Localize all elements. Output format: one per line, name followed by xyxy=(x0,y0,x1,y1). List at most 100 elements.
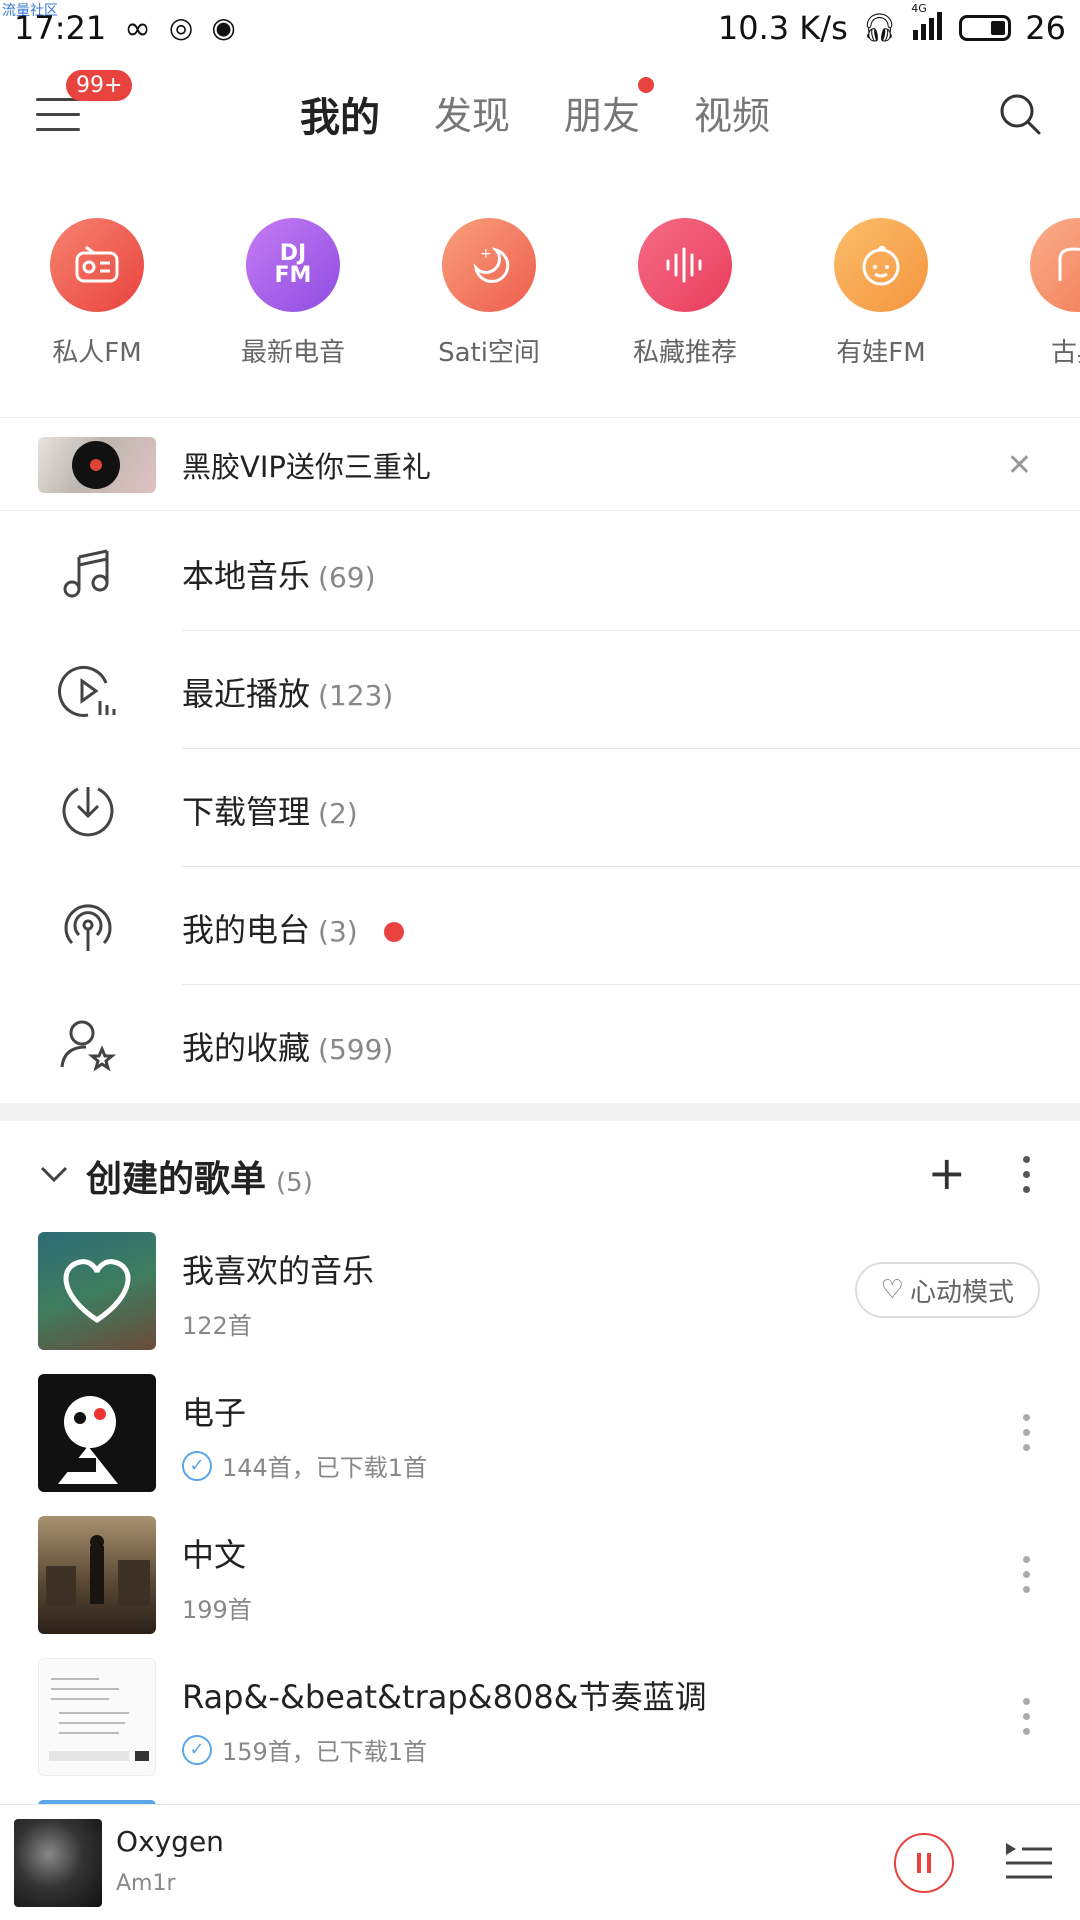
playlist-cover xyxy=(38,1374,156,1492)
now-playing-artist: Am1r xyxy=(116,1871,176,1896)
playlist-item-rap[interactable]: Rap&-&beat&trap&808&节奏蓝调 ✓ 159首，已下载1首 xyxy=(0,1658,1080,1782)
app-icon: ◉ xyxy=(211,11,236,44)
network-type: 4G xyxy=(911,1,927,15)
quick-label: 私藏推荐 xyxy=(632,338,737,368)
heart-icon: ♡ xyxy=(880,1275,904,1305)
playlist-item-electronic[interactable]: 电子 ✓ 144首，已下载1首 xyxy=(0,1374,1080,1498)
status-bar: 17:21 ∞ ◎ ◉ 10.3 K/s 🎧︎ 4G 26 xyxy=(0,0,1080,55)
menu-count: (123) xyxy=(318,679,394,712)
playlist-queue-icon[interactable] xyxy=(1004,1841,1054,1885)
playlist-meta: 199首 xyxy=(182,1596,252,1624)
menu-item-favorites[interactable]: 我的收藏 (599) xyxy=(0,985,1080,1103)
quick-label: 最新电音 xyxy=(240,338,345,368)
more-options-icon[interactable] xyxy=(1023,1414,1030,1459)
quick-label: Sati空间 xyxy=(438,338,540,368)
menu-label: 本地音乐 xyxy=(182,557,311,595)
section-divider xyxy=(0,1103,1080,1121)
piano-icon xyxy=(1030,218,1080,312)
quick-label: 有娃FM xyxy=(836,338,926,368)
playlist-name: 中文 xyxy=(182,1536,247,1574)
more-options-icon[interactable] xyxy=(1023,1698,1030,1743)
heart-mode-label: 心动模式 xyxy=(909,1277,1014,1308)
quick-item-electronic[interactable]: DJ FM 最新电音 xyxy=(203,218,383,369)
dj-fm-icon: DJ FM xyxy=(246,218,340,312)
podcast-icon xyxy=(58,897,118,957)
more-options-icon[interactable] xyxy=(1023,1156,1030,1201)
tab-bar: 我的 发现 朋友 视频 xyxy=(300,77,770,143)
recent-play-icon xyxy=(58,661,118,721)
menu-label: 下载管理 xyxy=(182,793,311,831)
heart-mode-button[interactable]: ♡ 心动模式 xyxy=(854,1262,1040,1318)
playlist-meta: 159首，已下载1首 xyxy=(222,1738,428,1766)
playlist-cover xyxy=(38,1516,156,1634)
moon-icon: + xyxy=(442,218,536,312)
radio-icon xyxy=(50,218,144,312)
add-playlist-icon[interactable]: + xyxy=(927,1150,966,1196)
playlist-item-liked[interactable]: 我喜欢的音乐 122首 ♡ 心动模式 xyxy=(0,1232,1080,1356)
tab-friends-label: 朋友 xyxy=(564,94,641,138)
playlist-item-chinese[interactable]: 中文 199首 xyxy=(0,1516,1080,1640)
chevron-down-icon[interactable] xyxy=(38,1158,70,1190)
playlist-name: 电子 xyxy=(182,1394,247,1432)
playlist-cover xyxy=(38,1232,156,1350)
menu-label: 我的收藏 xyxy=(182,1029,311,1067)
music-note-icon xyxy=(58,543,118,603)
quick-item-baby-fm[interactable]: 有娃FM xyxy=(791,218,971,369)
promo-text: 黑胶VIP送你三重礼 xyxy=(182,450,431,484)
battery-icon xyxy=(959,14,1012,41)
quick-item-recommend[interactable]: 私藏推荐 xyxy=(595,218,775,369)
search-icon[interactable] xyxy=(996,90,1044,138)
menu-count: (599) xyxy=(318,1033,394,1066)
download-icon xyxy=(58,779,118,839)
netease-icon: ◎ xyxy=(168,11,194,44)
downloaded-check-icon: ✓ xyxy=(182,1734,212,1765)
playlist-cover xyxy=(38,1658,156,1776)
more-options-icon[interactable] xyxy=(1023,1556,1030,1601)
quick-item-sati[interactable]: + Sati空间 xyxy=(399,218,579,369)
tab-discover[interactable]: 发现 xyxy=(434,85,510,143)
notification-badge: 99+ xyxy=(66,70,133,101)
unread-dot xyxy=(638,77,655,93)
favorite-user-icon xyxy=(58,1015,118,1075)
top-nav: 99+ 我的 发现 朋友 视频 xyxy=(0,60,1080,170)
infinity-icon: ∞ xyxy=(124,8,151,47)
pause-button[interactable] xyxy=(894,1833,954,1893)
playlists-title: 创建的歌单 xyxy=(86,1159,267,1200)
quick-item-private-fm[interactable]: 私人FM xyxy=(7,218,187,369)
tab-friends[interactable]: 朋友 xyxy=(564,77,655,143)
now-playing-cover xyxy=(14,1819,102,1907)
menu-count: (69) xyxy=(318,561,376,594)
playlist-meta: 144首，已下载1首 xyxy=(222,1454,428,1482)
close-icon[interactable]: ✕ xyxy=(1007,448,1032,483)
created-playlists-header[interactable]: 创建的歌单 (5) + xyxy=(0,1140,1080,1204)
menu-label: 最近播放 xyxy=(182,675,311,713)
battery-level: 26 xyxy=(1025,8,1066,47)
quick-item-classical[interactable]: 古典 xyxy=(987,218,1080,369)
now-playing-title: Oxygen xyxy=(116,1825,224,1858)
new-item-dot xyxy=(383,922,404,942)
downloaded-check-icon: ✓ xyxy=(182,1450,212,1481)
waveform-icon xyxy=(638,218,732,312)
playlist-meta: 122首 xyxy=(182,1312,252,1340)
tab-mine[interactable]: 我的 xyxy=(300,85,380,143)
mini-player[interactable]: Oxygen Am1r xyxy=(0,1804,1080,1920)
menu-item-local-music[interactable]: 本地音乐 (69) xyxy=(0,513,1080,631)
status-time: 17:21 xyxy=(14,8,107,47)
menu-label: 我的电台 xyxy=(182,911,311,949)
menu-icon[interactable] xyxy=(36,98,80,132)
svg-text:+: + xyxy=(480,246,492,262)
menu-count: (2) xyxy=(318,797,358,830)
vip-promo-banner[interactable]: 黑胶VIP送你三重礼 ✕ xyxy=(0,417,1080,511)
tab-video[interactable]: 视频 xyxy=(694,85,770,143)
signal-icon: 4G xyxy=(911,2,945,44)
headphone-icon: 🎧︎ xyxy=(861,11,898,44)
menu-item-downloads[interactable]: 下载管理 (2) xyxy=(0,749,1080,867)
baby-icon xyxy=(834,218,928,312)
quick-access-row: 私人FM DJFM 最新电音 + Sati空间 私藏推荐 有娃FM 古典 xyxy=(0,218,1080,378)
vinyl-promo-image xyxy=(38,437,156,493)
menu-item-recent-play[interactable]: 最近播放 (123) xyxy=(0,631,1080,749)
network-speed: 10.3 K/s xyxy=(717,8,848,47)
quick-label: 古典 xyxy=(1050,338,1080,368)
quick-label: 私人FM xyxy=(52,338,142,368)
menu-item-my-radio[interactable]: 我的电台 (3) xyxy=(0,867,1080,985)
